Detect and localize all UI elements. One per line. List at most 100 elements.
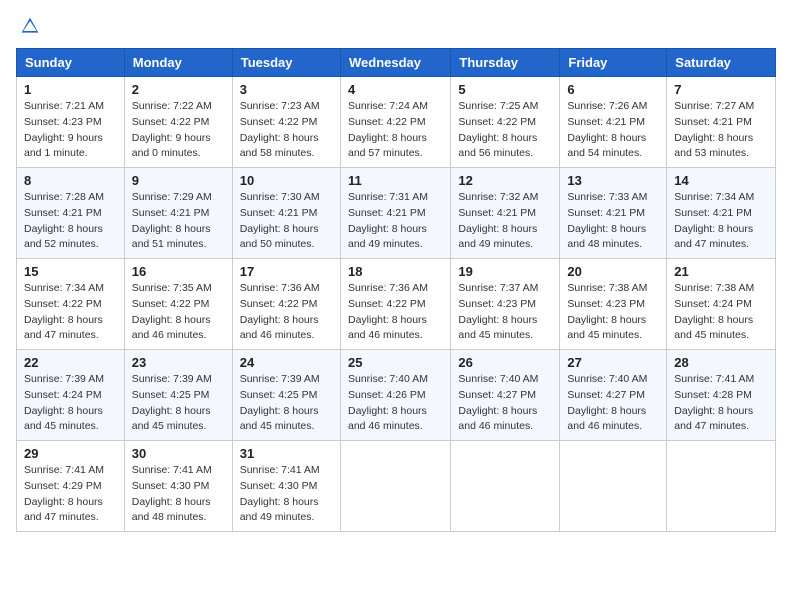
- day-number: 20: [567, 264, 659, 279]
- day-detail: Sunrise: 7:35 AM Sunset: 4:22 PM Dayligh…: [132, 282, 212, 341]
- calendar-cell: 4 Sunrise: 7:24 AM Sunset: 4:22 PM Dayli…: [340, 77, 450, 168]
- calendar-week-row: 22 Sunrise: 7:39 AM Sunset: 4:24 PM Dayl…: [17, 350, 776, 441]
- day-detail: Sunrise: 7:37 AM Sunset: 4:23 PM Dayligh…: [458, 282, 538, 341]
- calendar-cell: [340, 441, 450, 532]
- day-detail: Sunrise: 7:40 AM Sunset: 4:27 PM Dayligh…: [567, 373, 647, 432]
- day-detail: Sunrise: 7:33 AM Sunset: 4:21 PM Dayligh…: [567, 191, 647, 250]
- calendar-cell: 3 Sunrise: 7:23 AM Sunset: 4:22 PM Dayli…: [232, 77, 340, 168]
- day-detail: Sunrise: 7:31 AM Sunset: 4:21 PM Dayligh…: [348, 191, 428, 250]
- day-detail: Sunrise: 7:30 AM Sunset: 4:21 PM Dayligh…: [240, 191, 320, 250]
- calendar-cell: [560, 441, 667, 532]
- day-detail: Sunrise: 7:24 AM Sunset: 4:22 PM Dayligh…: [348, 100, 428, 159]
- day-number: 15: [24, 264, 117, 279]
- calendar-cell: 14 Sunrise: 7:34 AM Sunset: 4:21 PM Dayl…: [667, 168, 776, 259]
- day-number: 2: [132, 82, 225, 97]
- calendar-cell: 22 Sunrise: 7:39 AM Sunset: 4:24 PM Dayl…: [17, 350, 125, 441]
- calendar-cell: 31 Sunrise: 7:41 AM Sunset: 4:30 PM Dayl…: [232, 441, 340, 532]
- calendar-cell: 15 Sunrise: 7:34 AM Sunset: 4:22 PM Dayl…: [17, 259, 125, 350]
- calendar-cell: 27 Sunrise: 7:40 AM Sunset: 4:27 PM Dayl…: [560, 350, 667, 441]
- calendar-week-row: 29 Sunrise: 7:41 AM Sunset: 4:29 PM Dayl…: [17, 441, 776, 532]
- calendar-cell: 26 Sunrise: 7:40 AM Sunset: 4:27 PM Dayl…: [451, 350, 560, 441]
- day-number: 30: [132, 446, 225, 461]
- day-detail: Sunrise: 7:40 AM Sunset: 4:26 PM Dayligh…: [348, 373, 428, 432]
- day-number: 29: [24, 446, 117, 461]
- day-detail: Sunrise: 7:39 AM Sunset: 4:25 PM Dayligh…: [240, 373, 320, 432]
- day-number: 10: [240, 173, 333, 188]
- day-number: 27: [567, 355, 659, 370]
- day-detail: Sunrise: 7:38 AM Sunset: 4:23 PM Dayligh…: [567, 282, 647, 341]
- calendar-cell: 2 Sunrise: 7:22 AM Sunset: 4:22 PM Dayli…: [124, 77, 232, 168]
- day-number: 13: [567, 173, 659, 188]
- calendar-header-tuesday: Tuesday: [232, 49, 340, 77]
- calendar-cell: 8 Sunrise: 7:28 AM Sunset: 4:21 PM Dayli…: [17, 168, 125, 259]
- day-detail: Sunrise: 7:26 AM Sunset: 4:21 PM Dayligh…: [567, 100, 647, 159]
- day-number: 1: [24, 82, 117, 97]
- day-detail: Sunrise: 7:41 AM Sunset: 4:29 PM Dayligh…: [24, 464, 104, 523]
- day-number: 16: [132, 264, 225, 279]
- calendar-cell: 7 Sunrise: 7:27 AM Sunset: 4:21 PM Dayli…: [667, 77, 776, 168]
- day-number: 6: [567, 82, 659, 97]
- day-detail: Sunrise: 7:41 AM Sunset: 4:30 PM Dayligh…: [240, 464, 320, 523]
- day-detail: Sunrise: 7:22 AM Sunset: 4:22 PM Dayligh…: [132, 100, 212, 159]
- day-detail: Sunrise: 7:21 AM Sunset: 4:23 PM Dayligh…: [24, 100, 104, 159]
- day-detail: Sunrise: 7:25 AM Sunset: 4:22 PM Dayligh…: [458, 100, 538, 159]
- day-number: 19: [458, 264, 552, 279]
- day-detail: Sunrise: 7:41 AM Sunset: 4:28 PM Dayligh…: [674, 373, 754, 432]
- calendar-cell: 23 Sunrise: 7:39 AM Sunset: 4:25 PM Dayl…: [124, 350, 232, 441]
- day-detail: Sunrise: 7:28 AM Sunset: 4:21 PM Dayligh…: [24, 191, 104, 250]
- calendar-cell: 28 Sunrise: 7:41 AM Sunset: 4:28 PM Dayl…: [667, 350, 776, 441]
- calendar-cell: 24 Sunrise: 7:39 AM Sunset: 4:25 PM Dayl…: [232, 350, 340, 441]
- day-number: 12: [458, 173, 552, 188]
- day-number: 25: [348, 355, 443, 370]
- calendar-week-row: 1 Sunrise: 7:21 AM Sunset: 4:23 PM Dayli…: [17, 77, 776, 168]
- day-number: 24: [240, 355, 333, 370]
- calendar-cell: 1 Sunrise: 7:21 AM Sunset: 4:23 PM Dayli…: [17, 77, 125, 168]
- calendar-cell: 29 Sunrise: 7:41 AM Sunset: 4:29 PM Dayl…: [17, 441, 125, 532]
- calendar-header-wednesday: Wednesday: [340, 49, 450, 77]
- day-detail: Sunrise: 7:23 AM Sunset: 4:22 PM Dayligh…: [240, 100, 320, 159]
- day-number: 3: [240, 82, 333, 97]
- day-number: 18: [348, 264, 443, 279]
- day-number: 5: [458, 82, 552, 97]
- day-detail: Sunrise: 7:34 AM Sunset: 4:21 PM Dayligh…: [674, 191, 754, 250]
- calendar-cell: 16 Sunrise: 7:35 AM Sunset: 4:22 PM Dayl…: [124, 259, 232, 350]
- calendar-cell: [667, 441, 776, 532]
- calendar-cell: 17 Sunrise: 7:36 AM Sunset: 4:22 PM Dayl…: [232, 259, 340, 350]
- calendar-cell: 9 Sunrise: 7:29 AM Sunset: 4:21 PM Dayli…: [124, 168, 232, 259]
- day-detail: Sunrise: 7:39 AM Sunset: 4:24 PM Dayligh…: [24, 373, 104, 432]
- day-number: 14: [674, 173, 768, 188]
- calendar-cell: 13 Sunrise: 7:33 AM Sunset: 4:21 PM Dayl…: [560, 168, 667, 259]
- calendar-cell: 18 Sunrise: 7:36 AM Sunset: 4:22 PM Dayl…: [340, 259, 450, 350]
- day-number: 4: [348, 82, 443, 97]
- day-number: 8: [24, 173, 117, 188]
- calendar-cell: 5 Sunrise: 7:25 AM Sunset: 4:22 PM Dayli…: [451, 77, 560, 168]
- day-detail: Sunrise: 7:34 AM Sunset: 4:22 PM Dayligh…: [24, 282, 104, 341]
- calendar-cell: 20 Sunrise: 7:38 AM Sunset: 4:23 PM Dayl…: [560, 259, 667, 350]
- calendar-week-row: 15 Sunrise: 7:34 AM Sunset: 4:22 PM Dayl…: [17, 259, 776, 350]
- calendar-cell: 19 Sunrise: 7:37 AM Sunset: 4:23 PM Dayl…: [451, 259, 560, 350]
- day-detail: Sunrise: 7:29 AM Sunset: 4:21 PM Dayligh…: [132, 191, 212, 250]
- calendar-table: SundayMondayTuesdayWednesdayThursdayFrid…: [16, 48, 776, 532]
- day-detail: Sunrise: 7:27 AM Sunset: 4:21 PM Dayligh…: [674, 100, 754, 159]
- calendar-cell: 25 Sunrise: 7:40 AM Sunset: 4:26 PM Dayl…: [340, 350, 450, 441]
- calendar-week-row: 8 Sunrise: 7:28 AM Sunset: 4:21 PM Dayli…: [17, 168, 776, 259]
- day-number: 17: [240, 264, 333, 279]
- day-number: 28: [674, 355, 768, 370]
- day-detail: Sunrise: 7:40 AM Sunset: 4:27 PM Dayligh…: [458, 373, 538, 432]
- day-number: 21: [674, 264, 768, 279]
- calendar-cell: [451, 441, 560, 532]
- day-detail: Sunrise: 7:32 AM Sunset: 4:21 PM Dayligh…: [458, 191, 538, 250]
- calendar-cell: 12 Sunrise: 7:32 AM Sunset: 4:21 PM Dayl…: [451, 168, 560, 259]
- day-detail: Sunrise: 7:36 AM Sunset: 4:22 PM Dayligh…: [240, 282, 320, 341]
- calendar-header-monday: Monday: [124, 49, 232, 77]
- day-number: 23: [132, 355, 225, 370]
- day-number: 11: [348, 173, 443, 188]
- calendar-header-sunday: Sunday: [17, 49, 125, 77]
- day-detail: Sunrise: 7:39 AM Sunset: 4:25 PM Dayligh…: [132, 373, 212, 432]
- logo-icon: [20, 16, 40, 36]
- day-number: 22: [24, 355, 117, 370]
- logo: [16, 16, 40, 36]
- calendar-header-saturday: Saturday: [667, 49, 776, 77]
- calendar-cell: 10 Sunrise: 7:30 AM Sunset: 4:21 PM Dayl…: [232, 168, 340, 259]
- page-header: [16, 16, 776, 36]
